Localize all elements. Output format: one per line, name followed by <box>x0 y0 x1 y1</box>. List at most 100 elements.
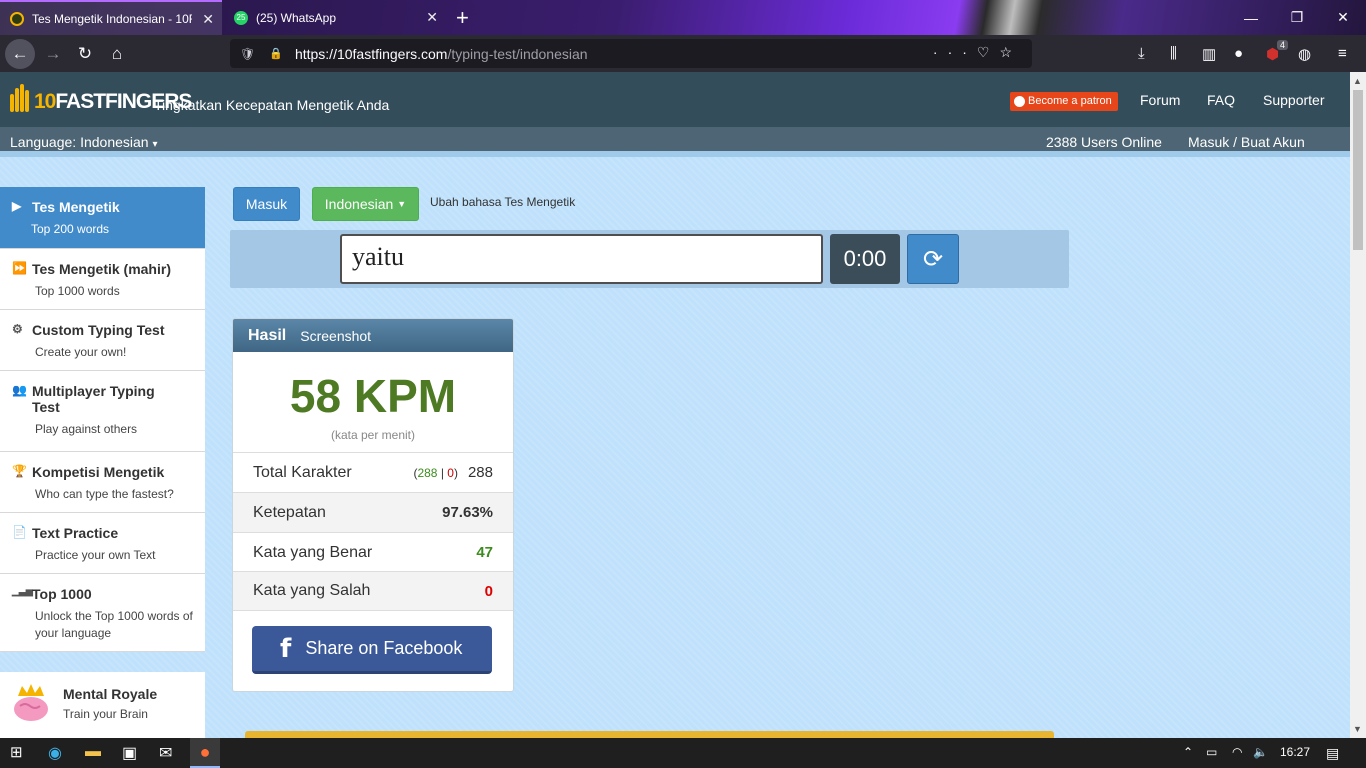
sidebar-item-top-1000[interactable]: ▁▃▅ Top 1000 Unlock the Top 1000 words of… <box>0 574 205 652</box>
edge-icon[interactable]: ◉ <box>48 743 62 763</box>
site-header: 10FASTFINGERS Tingkatkan Kecepatan Menge… <box>0 72 1350 127</box>
scroll-up-icon[interactable]: ▲ <box>1353 76 1362 86</box>
sidebar-item-multiplayer[interactable]: 👥 Multiplayer Typing Test Play against ot… <box>0 371 205 452</box>
page-viewport: 10FASTFINGERS Tingkatkan Kecepatan Menge… <box>0 72 1350 738</box>
library-icon[interactable]: ⫼ <box>1170 45 1177 62</box>
users-online: 2388 Users Online <box>1046 134 1162 150</box>
hand-logo-icon <box>10 80 32 116</box>
reload-button[interactable]: ↻ <box>70 39 100 69</box>
nav-supporter[interactable]: Supporter <box>1263 92 1324 108</box>
sidebar-item-sub: Top 1000 words <box>35 284 120 298</box>
trophy-icon: 🏆 <box>12 464 27 478</box>
minimize-button[interactable]: — <box>1228 0 1274 35</box>
sidebar-item-label: Tes Mengetik <box>32 199 120 215</box>
ad-banner-edge <box>245 731 1054 738</box>
mental-royale-promo[interactable]: Mental Royale Train your Brain <box>0 672 205 738</box>
page-actions-icons[interactable]: ···♡☆ <box>933 44 1022 61</box>
sidebar-item-sub: Who can type the fastest? <box>35 487 174 501</box>
url-host: https://10fastfingers.com <box>294 45 448 62</box>
signal-icon: ▁▃▅ <box>12 586 33 596</box>
sidebar-item-label: Multiplayer Typing Test <box>32 383 155 415</box>
extension-globe-icon[interactable]: ◍ <box>1298 45 1311 63</box>
tab-hasil[interactable]: Hasil <box>248 327 286 345</box>
url-bar[interactable]: 🛡 🔒 https://10fastfingers.com/typing-tes… <box>230 39 1032 68</box>
row-label: Kata yang Salah <box>253 582 371 599</box>
fast-forward-icon: ⏩ <box>12 261 27 275</box>
sidebar-item-tes-mengetik[interactable]: ▶ Tes Mengetik Top 200 words <box>0 187 205 249</box>
sidebar-item-custom-typing-test[interactable]: ⚙ Custom Typing Test Create your own! <box>0 310 205 371</box>
clock[interactable]: 16:27 <box>1280 745 1310 759</box>
firefox-icon[interactable]: ● <box>190 738 220 768</box>
mail-icon[interactable]: ✉ <box>159 743 172 763</box>
tab-screenshot[interactable]: Screenshot <box>300 328 371 344</box>
extension-badge: 4 <box>1277 40 1289 50</box>
volume-icon[interactable]: 🔈 <box>1253 745 1268 759</box>
play-icon: ▶ <box>12 199 22 213</box>
wifi-icon[interactable]: ◠ <box>1232 745 1242 759</box>
browser-tab-strip: Tes Mengetik Indonesian - 10Fa ✕ 25 (25)… <box>0 0 1366 35</box>
home-button[interactable]: ⌂ <box>102 39 132 69</box>
battery-icon[interactable]: ▭ <box>1206 745 1217 759</box>
caret-down-icon: ▼ <box>397 199 407 209</box>
forward-button[interactable]: → <box>38 39 68 69</box>
row-value: 288 <box>467 464 493 481</box>
page-scrollbar[interactable]: ▲ ▼ <box>1350 72 1366 738</box>
language-selector[interactable]: Language: Indonesian ▾ <box>10 134 158 150</box>
scroll-down-icon[interactable]: ▼ <box>1353 724 1362 734</box>
sidebar-item-kompetisi[interactable]: 🏆 Kompetisi Mengetik Who can type the fas… <box>0 452 205 513</box>
sidebar-item-tes-mengetik-mahir[interactable]: ⏩ Tes Mengetik (mahir) Top 1000 words <box>0 249 205 310</box>
url-text[interactable]: https://10fastfingers.com/typing-test/in… <box>295 46 588 62</box>
nav-faq[interactable]: FAQ <box>1207 92 1235 108</box>
row-value: 47 <box>476 544 493 561</box>
restore-button[interactable]: ❐ <box>1274 0 1320 35</box>
row-label: Ketepatan <box>253 503 326 521</box>
login-register-link[interactable]: Masuk / Buat Akun <box>1188 134 1305 150</box>
close-window-button[interactable]: ✕ <box>1320 0 1366 35</box>
row-ketepatan: Ketepatan 97.63% <box>233 492 513 532</box>
account-icon[interactable]: ● <box>1234 45 1243 62</box>
file-explorer-icon[interactable]: ▬ <box>85 743 101 761</box>
scrollbar-thumb[interactable] <box>1353 90 1363 250</box>
whatsapp-favicon-icon: 25 <box>234 10 248 25</box>
become-patron-button[interactable]: Become a patron <box>1010 92 1118 111</box>
patreon-icon <box>1014 96 1025 107</box>
sidebar-icon[interactable]: ▥ <box>1202 45 1216 63</box>
language-label: Language: Indonesian <box>10 134 149 150</box>
url-path: /typing-test/indonesian <box>447 45 588 62</box>
windows-start-icon[interactable]: ⊞ <box>10 743 23 761</box>
sidebar-item-sub: Practice your own Text <box>35 548 156 562</box>
lock-icon[interactable]: 🔒 <box>269 47 283 60</box>
language-dropdown-button[interactable]: Indonesian ▼ <box>312 187 419 221</box>
tab-whatsapp[interactable]: 25 (25) WhatsApp ✕ <box>224 0 446 35</box>
nav-forum[interactable]: Forum <box>1140 92 1180 108</box>
tab-typing-test[interactable]: Tes Mengetik Indonesian - 10Fa ✕ <box>0 0 222 35</box>
tracking-shield-icon[interactable]: 🛡 <box>240 47 255 61</box>
wpm-value: 58 KPM <box>289 370 457 422</box>
refresh-icon: ⟳ <box>922 245 944 273</box>
menu-icon[interactable]: ≡ <box>1338 45 1347 62</box>
result-header: Hasil Screenshot <box>233 319 513 352</box>
row-label: Total Karakter <box>253 463 352 481</box>
downloads-icon[interactable]: ⤓ <box>1138 45 1145 62</box>
close-tab-icon[interactable]: ✕ <box>202 11 214 28</box>
sidebar-item-text-practice[interactable]: 📄 Text Practice Practice your own Text <box>0 513 205 574</box>
store-icon[interactable]: ▣ <box>122 743 137 763</box>
typing-input[interactable]: yaitu <box>340 234 823 284</box>
facebook-icon: f <box>280 633 292 664</box>
mental-royale-title: Mental Royale <box>63 686 158 702</box>
share-facebook-button[interactable]: f Share on Facebook <box>252 626 492 674</box>
back-button[interactable]: ← <box>5 39 35 69</box>
brain-crown-icon <box>14 684 48 721</box>
row-value: 0 <box>484 582 493 600</box>
result-panel: Hasil Screenshot 58 KPM (kata per menit)… <box>232 318 514 692</box>
notifications-icon[interactable]: ▤ <box>1326 745 1339 762</box>
new-tab-button[interactable]: + <box>456 5 469 31</box>
sidebar-item-sub: Top 200 words <box>31 222 110 236</box>
restart-button[interactable]: ⟳ <box>907 234 959 284</box>
row-value: 97.63% <box>442 504 493 521</box>
close-tab-icon[interactable]: ✕ <box>426 9 438 26</box>
tray-chevron-icon[interactable]: ⌃ <box>1183 745 1193 759</box>
login-button[interactable]: Masuk <box>233 187 300 221</box>
sidebar-item-label: Kompetisi Mengetik <box>32 464 165 480</box>
change-language-text: Ubah bahasa Tes Mengetik <box>430 195 576 209</box>
